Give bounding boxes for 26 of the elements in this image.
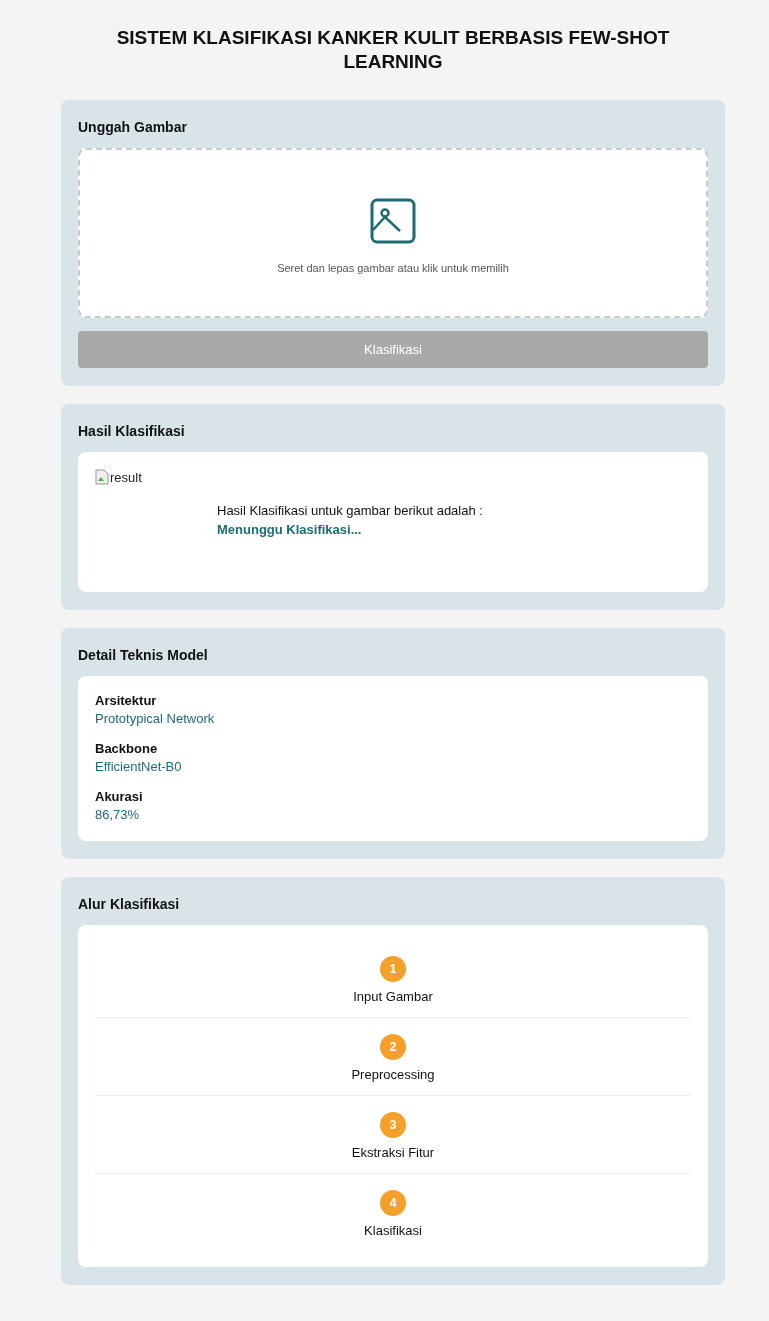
section-heading: Unggah Gambar [78, 119, 187, 135]
broken-image-icon [95, 469, 109, 485]
step-number: 4 [380, 1190, 406, 1216]
step-number: 2 [380, 1034, 406, 1060]
result-status: Menunggu Klasifikasi... [217, 522, 362, 537]
step-label: Preprocessing [351, 1067, 435, 1082]
step-label: Input Gambar [353, 989, 433, 1004]
step-number: 1 [380, 956, 406, 982]
drop-zone[interactable]: Seret dan lepas gambar atau klik untuk memilih [78, 148, 708, 318]
detail-value: 86,73% [95, 807, 140, 822]
detail-value: Prototypical Network [95, 711, 215, 726]
step-label: Klasifikasi [364, 1223, 422, 1238]
detail-label: Akurasi [95, 789, 143, 804]
page-title: SISTEM KLASIFIKASI KANKER KULIT BERBASIS FEW-SHOT LEARNING [115, 26, 671, 74]
image-alt-text: result [110, 469, 142, 485]
detail-value: EfficientNet-B0 [95, 759, 182, 774]
result-caption: Hasil Klasifikasi untuk gambar berikut adalah : [217, 503, 483, 518]
detail-label: Backbone [95, 741, 158, 756]
image-icon [370, 198, 416, 244]
section-heading: Alur Klasifikasi [78, 896, 180, 912]
detail-label: Arsitektur [95, 693, 157, 708]
step-number: 3 [380, 1112, 406, 1138]
section-heading: Detail Teknis Model [78, 647, 208, 663]
step-label: Ekstraksi Fitur [351, 1145, 435, 1160]
section-heading: Hasil Klasifikasi [78, 423, 185, 439]
drop-hint: Seret dan lepas gambar atau klik untuk memilih [277, 262, 509, 274]
